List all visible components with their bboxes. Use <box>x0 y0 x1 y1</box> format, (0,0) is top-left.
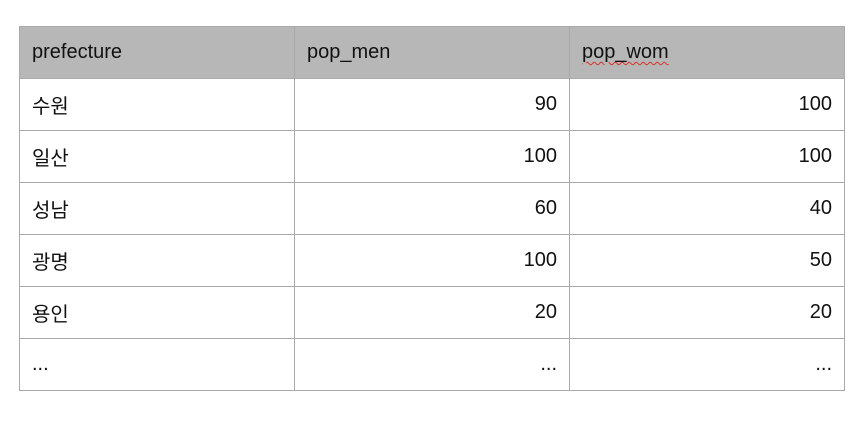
cell-pop-men[interactable]: 60 <box>294 182 570 235</box>
table-row: 수원 90 100 <box>19 78 845 131</box>
table-row: 광명 100 50 <box>19 234 845 287</box>
data-table-container: prefecture pop_men pop_wom 수원 90 100 일산 … <box>19 26 845 391</box>
cell-pop-wom[interactable]: 40 <box>569 182 845 235</box>
header-prefecture[interactable]: prefecture <box>19 26 295 79</box>
cell-pop-wom[interactable]: 50 <box>569 234 845 287</box>
table-row: 용인 20 20 <box>19 286 845 339</box>
cell-pop-wom[interactable]: ... <box>569 338 845 391</box>
header-pop-wom[interactable]: pop_wom <box>569 26 845 79</box>
cell-prefecture[interactable]: 일산 <box>19 130 295 183</box>
cell-pop-men[interactable]: 20 <box>294 286 570 339</box>
cell-pop-wom[interactable]: 100 <box>569 130 845 183</box>
cell-pop-men[interactable]: 90 <box>294 78 570 131</box>
cell-prefecture[interactable]: 광명 <box>19 234 295 287</box>
table-row: 일산 100 100 <box>19 130 845 183</box>
data-table: prefecture pop_men pop_wom 수원 90 100 일산 … <box>19 26 845 391</box>
table-body: 수원 90 100 일산 100 100 성남 60 40 광명 100 50 … <box>19 78 845 391</box>
cell-prefecture[interactable]: 성남 <box>19 182 295 235</box>
table-row: ... ... ... <box>19 338 845 391</box>
cell-prefecture[interactable]: 용인 <box>19 286 295 339</box>
cell-pop-wom[interactable]: 20 <box>569 286 845 339</box>
header-pop-men[interactable]: pop_men <box>294 26 570 79</box>
header-pop-wom-label: pop_wom <box>582 41 669 63</box>
table-header: prefecture pop_men pop_wom <box>19 26 845 79</box>
cell-pop-men[interactable]: ... <box>294 338 570 391</box>
cell-pop-wom[interactable]: 100 <box>569 78 845 131</box>
header-row: prefecture pop_men pop_wom <box>19 26 845 79</box>
cell-pop-men[interactable]: 100 <box>294 130 570 183</box>
cell-prefecture[interactable]: 수원 <box>19 78 295 131</box>
table-row: 성남 60 40 <box>19 182 845 235</box>
cell-pop-men[interactable]: 100 <box>294 234 570 287</box>
cell-prefecture[interactable]: ... <box>19 338 295 391</box>
